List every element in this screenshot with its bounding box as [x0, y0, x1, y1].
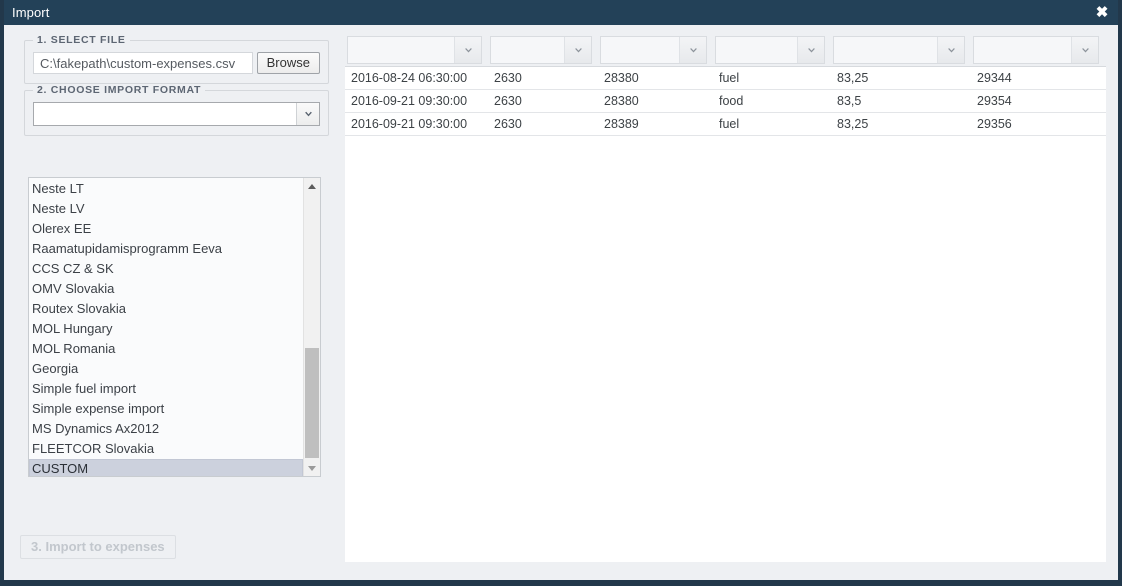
- cell-date: 2016-09-21 09:30:00: [351, 94, 468, 108]
- table-row[interactable]: 2016-09-21 09:30:00 2630 28389 fuel 83,2…: [345, 113, 1106, 136]
- cell-type: food: [719, 94, 744, 108]
- chevron-down-glyph: [304, 111, 312, 116]
- table-header-row: [345, 34, 1106, 67]
- cell-type: fuel: [719, 117, 740, 131]
- table-row[interactable]: 2016-09-21 09:30:00 2630 28380 food 83,5…: [345, 90, 1106, 113]
- chevron-down-glyph: [689, 47, 697, 52]
- chevron-down-icon[interactable]: [937, 37, 964, 63]
- cell-type: fuel: [719, 71, 740, 85]
- select-file-section: 1. SELECT FILE C:\fakepath\custom-expens…: [24, 34, 329, 84]
- column-mapping-select-3[interactable]: [715, 36, 825, 64]
- import-to-expenses-button[interactable]: 3. Import to expenses: [20, 535, 176, 559]
- format-combobox-input[interactable]: [34, 103, 296, 125]
- scroll-up-icon[interactable]: [304, 178, 320, 194]
- list-item[interactable]: Simple expense import: [29, 399, 303, 419]
- list-item[interactable]: Neste LT: [29, 179, 303, 199]
- column-mapping-select-0[interactable]: [347, 36, 482, 64]
- column-mapping-value-5: [974, 37, 1071, 63]
- cell-amount: 83,25: [837, 117, 869, 131]
- column-mapping-cell-4: [833, 34, 973, 67]
- cell-col5: 29344: [977, 71, 1012, 85]
- import-preview-table: 2016-08-24 06:30:00 2630 28380 fuel 83,2…: [345, 34, 1106, 562]
- title-bar: Import ✖: [4, 0, 1118, 25]
- column-mapping-cell-0: [347, 34, 490, 67]
- chevron-down-icon[interactable]: [564, 37, 591, 63]
- format-combobox[interactable]: [33, 102, 320, 126]
- chevron-down-glyph: [464, 47, 472, 52]
- column-mapping-cell-1: [490, 34, 600, 67]
- format-dropdown-list[interactable]: Neste LT Neste LV Olerex EE Raamatupidam…: [28, 177, 321, 477]
- column-mapping-cell-2: [600, 34, 715, 67]
- column-mapping-cell-3: [715, 34, 833, 67]
- column-mapping-value-0: [348, 37, 454, 63]
- dropdown-scrollbar[interactable]: [303, 178, 320, 476]
- list-item-selected[interactable]: CUSTOM: [29, 459, 303, 476]
- cell-col2: 28389: [604, 117, 639, 131]
- chevron-down-glyph: [947, 47, 955, 52]
- column-mapping-value-3: [716, 37, 797, 63]
- cell-col1: 2630: [494, 71, 522, 85]
- list-item[interactable]: CCS CZ & SK: [29, 259, 303, 279]
- window-title: Import: [12, 5, 50, 20]
- chevron-down-glyph: [574, 47, 582, 52]
- chevron-down-icon[interactable]: [296, 103, 319, 125]
- list-item[interactable]: OMV Slovakia: [29, 279, 303, 299]
- chevron-down-icon[interactable]: [679, 37, 706, 63]
- list-item[interactable]: Olerex EE: [29, 219, 303, 239]
- list-item[interactable]: Simple fuel import: [29, 379, 303, 399]
- column-mapping-select-4[interactable]: [833, 36, 965, 64]
- list-item[interactable]: Raamatupidamisprogramm Eeva: [29, 239, 303, 259]
- column-mapping-cell-5: [973, 34, 1107, 67]
- cell-col5: 29354: [977, 94, 1012, 108]
- cell-col2: 28380: [604, 94, 639, 108]
- select-file-legend: 1. SELECT FILE: [37, 34, 126, 46]
- chevron-down-glyph: [1081, 47, 1089, 52]
- file-path-input[interactable]: C:\fakepath\custom-expenses.csv: [33, 52, 253, 74]
- list-item[interactable]: Georgia: [29, 359, 303, 379]
- choose-format-section: 2. CHOOSE IMPORT FORMAT: [24, 84, 329, 136]
- close-icon[interactable]: ✖: [1090, 0, 1114, 25]
- list-item[interactable]: MOL Romania: [29, 339, 303, 359]
- chevron-down-glyph: [807, 47, 815, 52]
- cell-date: 2016-08-24 06:30:00: [351, 71, 468, 85]
- cell-col2: 28380: [604, 71, 639, 85]
- column-mapping-select-2[interactable]: [600, 36, 707, 64]
- chevron-down-icon[interactable]: [1071, 37, 1098, 63]
- table-row[interactable]: 2016-08-24 06:30:00 2630 28380 fuel 83,2…: [345, 67, 1106, 90]
- list-item[interactable]: MS Dynamics Ax2012: [29, 419, 303, 439]
- format-option-list: Neste LT Neste LV Olerex EE Raamatupidam…: [29, 178, 303, 476]
- dialog-content: 1. SELECT FILE C:\fakepath\custom-expens…: [8, 25, 1114, 574]
- cell-col1: 2630: [494, 117, 522, 131]
- cell-amount: 83,5: [837, 94, 862, 108]
- list-item[interactable]: Neste LV: [29, 199, 303, 219]
- chevron-down-icon[interactable]: [797, 37, 824, 63]
- column-mapping-value-4: [834, 37, 937, 63]
- left-panel: 1. SELECT FILE C:\fakepath\custom-expens…: [8, 25, 345, 574]
- list-item[interactable]: Routex Slovakia: [29, 299, 303, 319]
- right-panel: 2016-08-24 06:30:00 2630 28380 fuel 83,2…: [345, 25, 1114, 574]
- list-item[interactable]: MOL Hungary: [29, 319, 303, 339]
- cell-col1: 2630: [494, 94, 522, 108]
- file-row: C:\fakepath\custom-expenses.csv Browse: [33, 52, 320, 74]
- cell-amount: 83,25: [837, 71, 869, 85]
- scroll-down-icon[interactable]: [304, 460, 320, 476]
- list-item[interactable]: FLEETCOR Slovakia: [29, 439, 303, 459]
- browse-button[interactable]: Browse: [256, 52, 320, 74]
- choose-format-legend: 2. CHOOSE IMPORT FORMAT: [37, 84, 202, 96]
- column-mapping-select-5[interactable]: [973, 36, 1099, 64]
- chevron-down-icon[interactable]: [454, 37, 481, 63]
- cell-col5: 29356: [977, 117, 1012, 131]
- cell-date: 2016-09-21 09:30:00: [351, 117, 468, 131]
- import-dialog-window: Import ✖ 1. SELECT FILE C:\fakepath\cust…: [0, 0, 1122, 586]
- column-mapping-value-2: [601, 37, 679, 63]
- scrollbar-thumb[interactable]: [305, 348, 319, 458]
- column-mapping-select-1[interactable]: [490, 36, 592, 64]
- column-mapping-value-1: [491, 37, 564, 63]
